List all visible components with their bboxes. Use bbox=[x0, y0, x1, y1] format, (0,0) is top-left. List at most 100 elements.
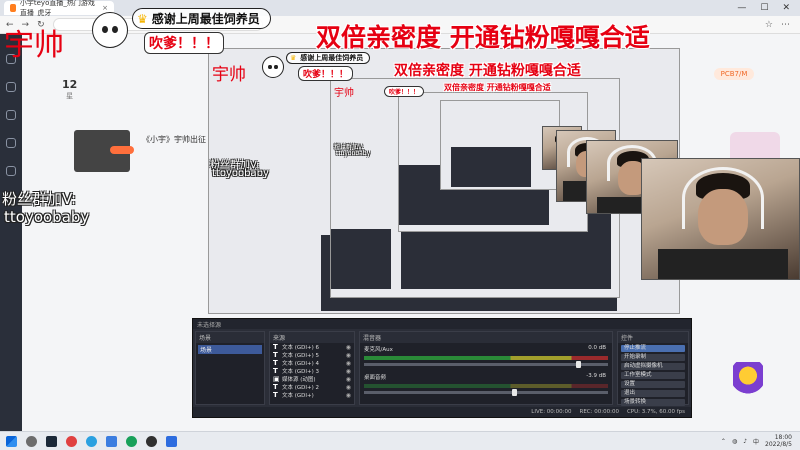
virtual-camera-button[interactable]: 启动虚拟摄像机 bbox=[621, 363, 685, 370]
visibility-eye-icon[interactable]: ◉ bbox=[346, 352, 351, 359]
source-row[interactable]: ▣ 媒体源 (动图) ◉ bbox=[270, 375, 354, 383]
settings-button[interactable]: 设置 bbox=[621, 381, 685, 388]
thanks-text: 感谢上周最佳饲养员 bbox=[151, 12, 260, 26]
thanks-banner: ♛ 感谢上周最佳饲养员 bbox=[132, 8, 271, 29]
app-icon[interactable] bbox=[66, 435, 77, 447]
source-label: 文本 (GDI+) bbox=[282, 393, 314, 399]
scene-transition-select[interactable]: 场景转换 bbox=[621, 399, 685, 406]
obs-icon[interactable] bbox=[146, 435, 157, 447]
channel-name: 麦克风/Aux bbox=[364, 347, 393, 353]
steam-icon[interactable] bbox=[46, 435, 57, 447]
fans-group-label: 粉丝群加V: bbox=[2, 190, 77, 208]
browser-tab[interactable]: 小宇teyo直播_热门游戏直播_虎牙 × bbox=[4, 0, 114, 17]
nav-game-icon[interactable] bbox=[6, 166, 16, 176]
maximize-button[interactable]: ☐ bbox=[760, 3, 768, 13]
volume-slider-knob[interactable] bbox=[575, 361, 581, 368]
studio-mode-button[interactable]: 工作室模式 bbox=[621, 372, 685, 379]
search-icon[interactable] bbox=[26, 435, 37, 447]
close-window-button[interactable]: ✕ bbox=[782, 3, 790, 13]
live-timer: LIVE: 00:00:00 bbox=[531, 409, 572, 415]
mixer-channel: 桌面音频 -3.9 dB bbox=[360, 371, 612, 399]
nested-obs-2b bbox=[331, 229, 391, 289]
obs-window: 未选择源 场景 场景 来源 T 文本 (GDI+) 6 ◉ T 文本 (GDI+) 5… bbox=[192, 318, 692, 418]
nav-category-icon[interactable] bbox=[6, 110, 16, 120]
source-label: 文本 (GDI+) 4 bbox=[282, 361, 320, 367]
input-language[interactable]: 中 bbox=[753, 437, 759, 446]
source-row[interactable]: T 文本 (GDI+) 3 ◉ bbox=[270, 367, 354, 375]
site-side-nav bbox=[0, 34, 22, 431]
source-label: 文本 (GDI+) 6 bbox=[282, 345, 320, 351]
mixer-channel: 麦克风/Aux 0.0 dB bbox=[360, 343, 612, 371]
text-source-icon: T bbox=[273, 359, 278, 367]
tab-close-icon[interactable]: × bbox=[102, 4, 108, 12]
clock-date: 2022/8/5 bbox=[765, 441, 792, 448]
source-row[interactable]: T 文本 (GDI+) 6 ◉ bbox=[270, 343, 354, 351]
visibility-eye-icon[interactable]: ◉ bbox=[346, 368, 351, 375]
more-icon[interactable]: ⋯ bbox=[781, 20, 790, 30]
thanks-banner-2: ♛ 感谢上周最佳饲养员 bbox=[286, 52, 371, 64]
text-source-icon: T bbox=[273, 383, 278, 391]
window-controls: — ☐ ✕ bbox=[737, 3, 800, 13]
mascot-face-icon bbox=[262, 56, 284, 78]
visibility-eye-icon[interactable]: ◉ bbox=[346, 376, 351, 383]
visibility-eye-icon[interactable]: ◉ bbox=[346, 360, 351, 367]
cam-face bbox=[698, 189, 748, 245]
scenes-panel-title: 场景 bbox=[196, 332, 264, 343]
promo-headline-3: 双倍亲密度 开通钻粉嘎嘎合适 bbox=[444, 82, 551, 92]
taskbar: ⌃ ◍ ♪ 中 18:00 2022/8/5 bbox=[0, 431, 800, 450]
pcb-badge[interactable]: PCB7/M bbox=[714, 68, 754, 80]
stat-item: 12 星 bbox=[62, 78, 77, 101]
chevron-up-icon[interactable]: ⌃ bbox=[721, 438, 726, 445]
streamer-name-overlay-3: 宇帅 bbox=[334, 88, 354, 99]
live-tag bbox=[110, 146, 134, 154]
system-tray: ⌃ ◍ ♪ 中 18:00 2022/8/5 bbox=[721, 434, 800, 448]
visibility-eye-icon[interactable]: ◉ bbox=[346, 384, 351, 391]
source-label: 文本 (GDI+) 3 bbox=[282, 369, 320, 375]
speech-bubble: 吹爹！！！ bbox=[144, 32, 224, 54]
text-source-icon: T bbox=[273, 391, 278, 399]
minimize-button[interactable]: — bbox=[737, 3, 746, 13]
app-icon[interactable] bbox=[126, 435, 137, 447]
visibility-eye-icon[interactable]: ◉ bbox=[346, 344, 351, 351]
nav-follow-icon[interactable] bbox=[6, 138, 16, 148]
audio-mixer-panel: 混音器 麦克风/Aux 0.0 dB 桌面音频 -3.9 dB bbox=[359, 331, 613, 405]
sources-panel: 来源 T 文本 (GDI+) 6 ◉ T 文本 (GDI+) 5 ◉ T 文本 (GDI+… bbox=[269, 331, 355, 405]
controls-panel: 控件 停止推流 开始录制 启动虚拟摄像机 工作室模式 设置 退出 场景转换 bbox=[617, 331, 689, 406]
channel-db: 0.0 dB bbox=[588, 345, 606, 351]
scene-item[interactable]: 场景 bbox=[198, 345, 262, 354]
stop-streaming-button[interactable]: 停止推流 bbox=[621, 345, 685, 352]
cam-shirt bbox=[658, 249, 788, 279]
huya-favicon-icon bbox=[10, 4, 16, 12]
volume-icon[interactable]: ♪ bbox=[743, 438, 747, 445]
promo-headline-2: 双倍亲密度 开通钻粉嘎嘎合适 bbox=[394, 63, 581, 79]
exit-button[interactable]: 退出 bbox=[621, 390, 685, 397]
text-source-icon: T bbox=[273, 351, 278, 359]
edge-icon[interactable] bbox=[86, 435, 97, 447]
bookmark-icon[interactable]: ☆ bbox=[765, 20, 773, 30]
visibility-eye-icon[interactable]: ◉ bbox=[346, 392, 351, 399]
clock[interactable]: 18:00 2022/8/5 bbox=[765, 434, 792, 448]
volume-meter bbox=[364, 384, 608, 388]
source-row[interactable]: T 文本 (GDI+) 4 ◉ bbox=[270, 359, 354, 367]
volume-meter bbox=[364, 356, 608, 360]
start-recording-button[interactable]: 开始录制 bbox=[621, 354, 685, 361]
scenes-panel: 场景 场景 bbox=[195, 331, 265, 405]
source-row[interactable]: T 文本 (GDI+) 2 ◉ bbox=[270, 383, 354, 391]
source-label: 文本 (GDI+) 5 bbox=[282, 353, 320, 359]
address-bar-actions: ☆ ⋯ bbox=[765, 20, 800, 30]
streamer-name-overlay-2: 宇帅 bbox=[212, 65, 246, 85]
fans-group-id-2: ttoyoobaby bbox=[212, 168, 269, 179]
volume-slider-knob[interactable] bbox=[512, 389, 518, 396]
network-icon[interactable]: ◍ bbox=[732, 438, 737, 445]
rec-timer: REC: 00:00:00 bbox=[579, 409, 619, 415]
app-icon[interactable] bbox=[166, 435, 177, 447]
source-row[interactable]: T 文本 (GDI+) ◉ bbox=[270, 391, 354, 399]
volume-slider[interactable] bbox=[364, 389, 608, 396]
start-menu-icon[interactable] bbox=[6, 435, 17, 447]
volume-slider[interactable] bbox=[364, 361, 608, 368]
app-icon[interactable] bbox=[106, 435, 117, 447]
nav-live-icon[interactable] bbox=[6, 82, 16, 92]
channel-db: -3.9 dB bbox=[586, 373, 606, 379]
source-row[interactable]: T 文本 (GDI+) 5 ◉ bbox=[270, 351, 354, 359]
channel-name: 桌面音频 bbox=[364, 375, 387, 381]
